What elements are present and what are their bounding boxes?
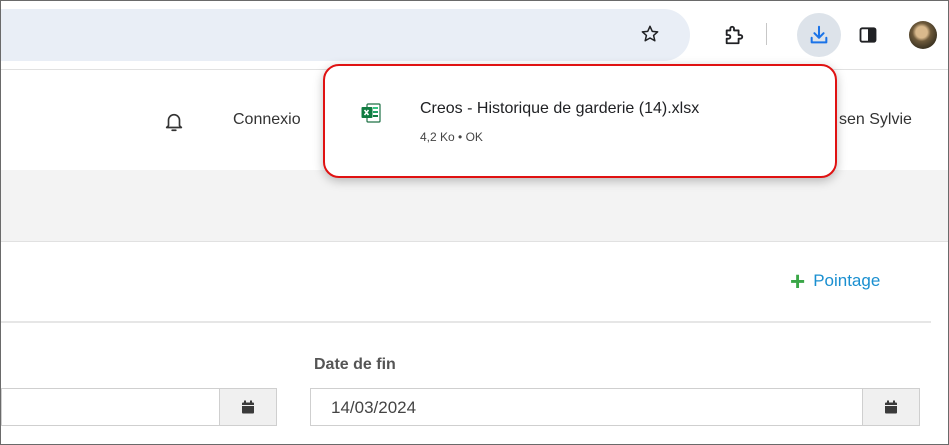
toolbar-divider [766, 23, 767, 45]
puzzle-icon[interactable] [718, 19, 750, 51]
plus-icon: + [790, 266, 806, 296]
end-date-field[interactable]: 14/03/2024 [310, 388, 862, 426]
start-date-field[interactable] [1, 388, 219, 426]
download-file-status: 4,2 Ko • OK [420, 130, 483, 144]
calendar-icon[interactable] [862, 388, 920, 426]
side-panel-icon[interactable] [852, 19, 884, 51]
address-bar[interactable] [1, 9, 690, 61]
end-date-group: 14/03/2024 [310, 388, 920, 428]
app-window: Connexio sen Sylvie + Pointage Date de f… [0, 0, 949, 445]
connexion-link[interactable]: Connexio [233, 111, 301, 129]
download-file-name[interactable]: Creos - Historique de garderie (14).xlsx [420, 100, 699, 118]
start-date-group [1, 388, 277, 428]
avatar[interactable] [909, 21, 937, 49]
user-name[interactable]: sen Sylvie [839, 111, 912, 129]
calendar-icon[interactable] [219, 388, 277, 426]
add-pointage-button[interactable]: + Pointage [790, 266, 881, 296]
download-icon[interactable] [797, 13, 841, 57]
divider [1, 321, 931, 323]
pointage-label: Pointage [813, 271, 881, 290]
browser-toolbar [1, 1, 948, 69]
download-bubble: Creos - Historique de garderie (14).xlsx… [323, 64, 837, 178]
end-date-label: Date de fin [314, 356, 396, 373]
breadcrumb-band [1, 170, 948, 242]
excel-file-icon [361, 102, 381, 124]
star-icon[interactable] [635, 19, 665, 49]
bell-icon[interactable] [163, 110, 185, 134]
